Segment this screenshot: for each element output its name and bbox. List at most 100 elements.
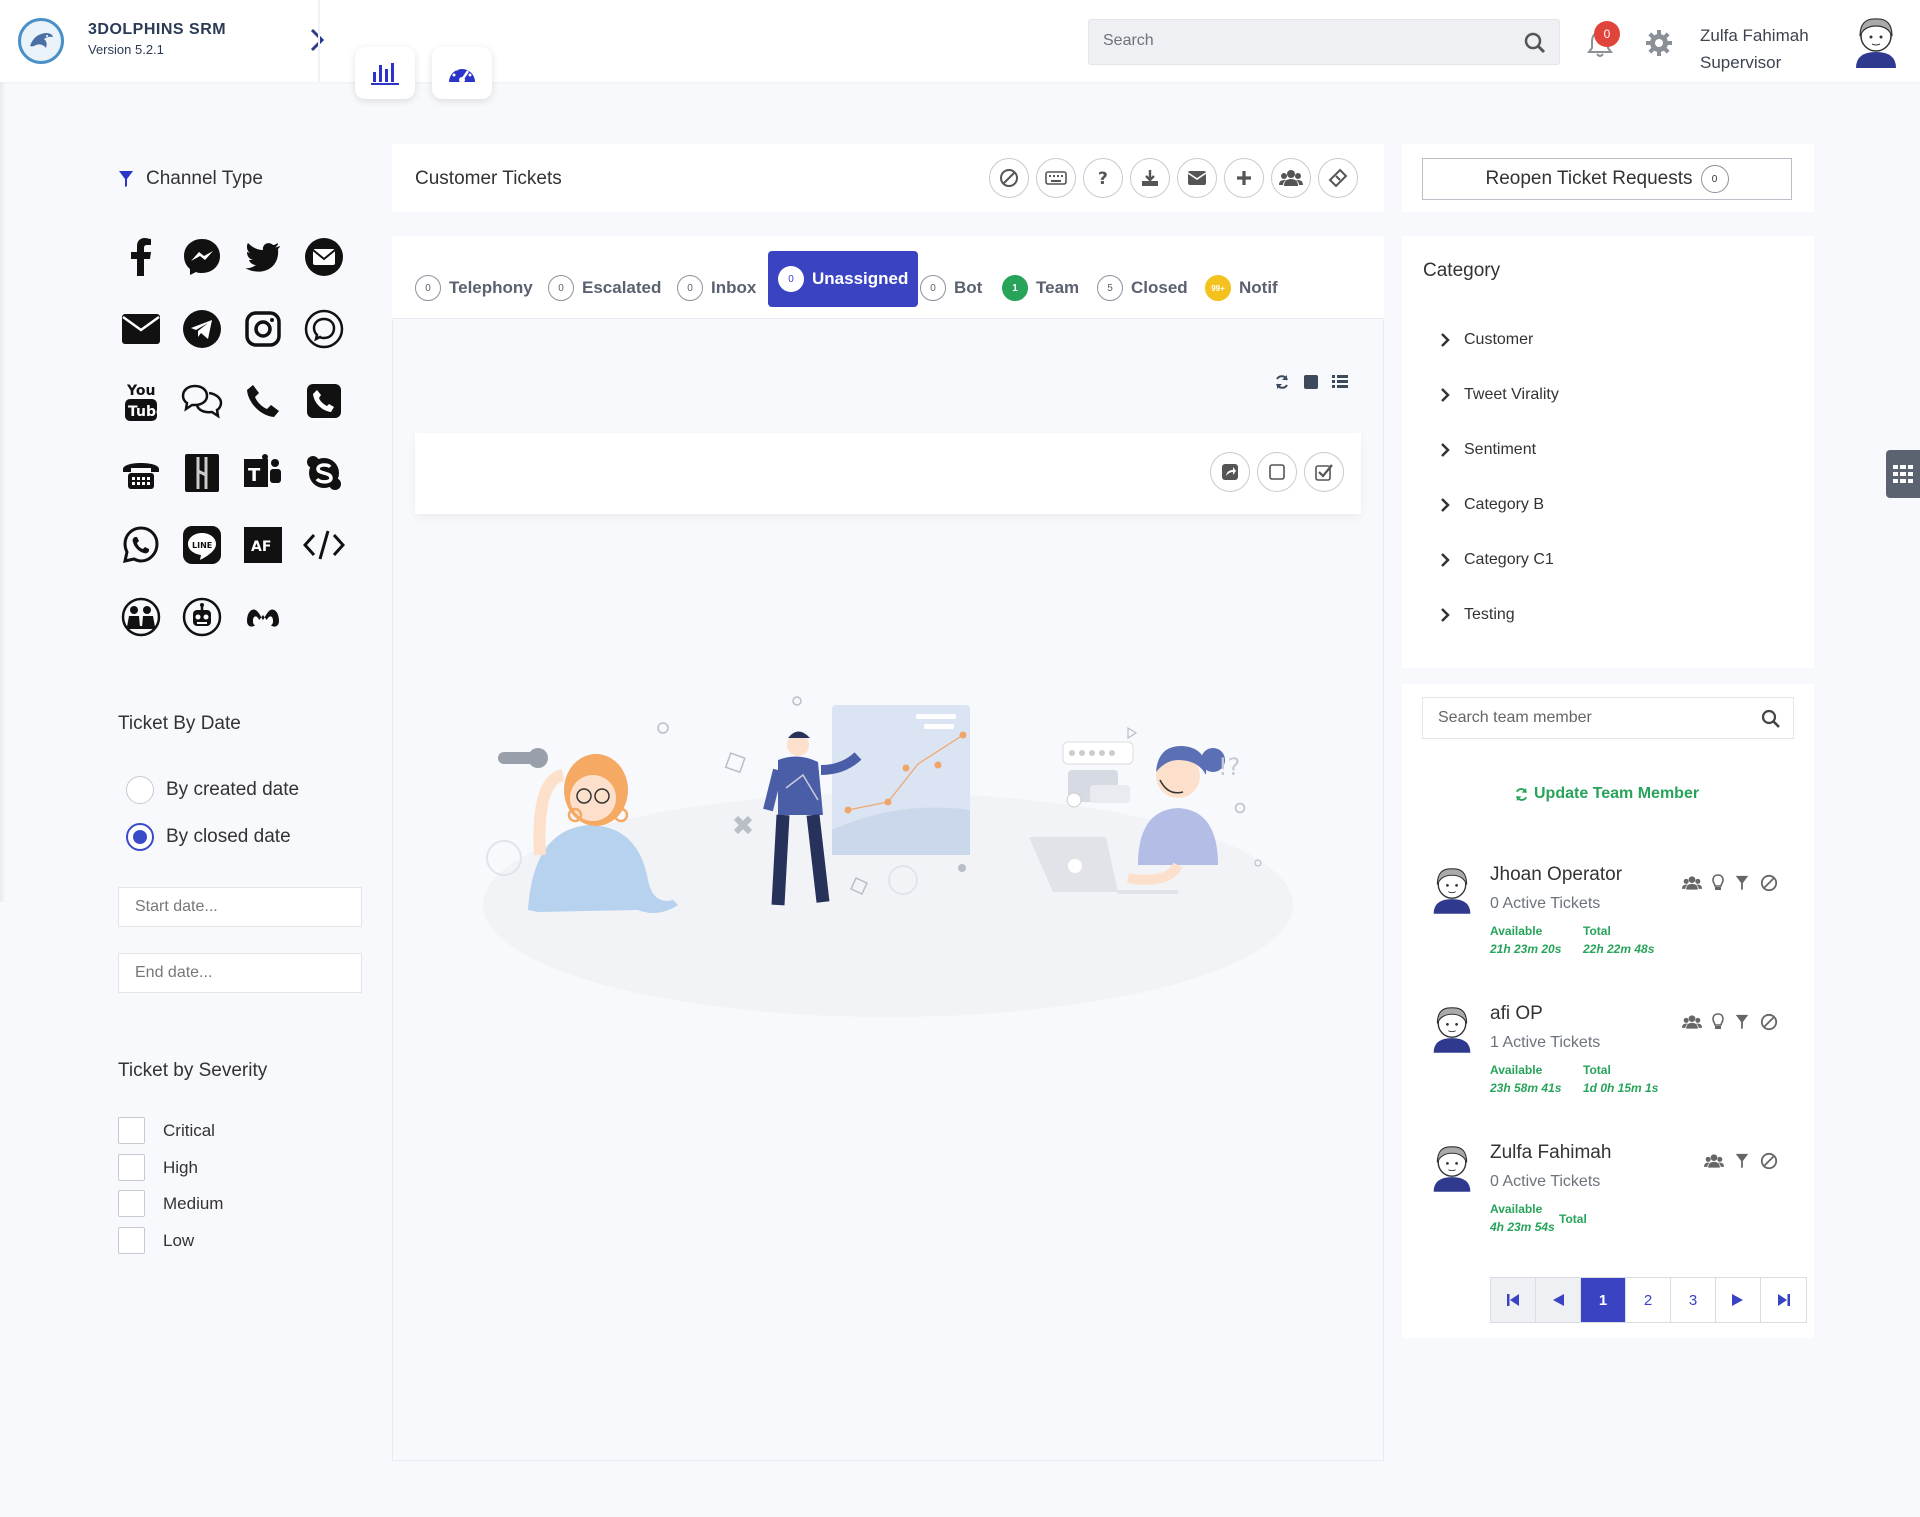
share-icon[interactable] — [1210, 452, 1250, 492]
radio-button[interactable] — [126, 776, 154, 804]
youtube-icon[interactable]: You Tube — [118, 380, 164, 422]
block-icon[interactable] — [1760, 874, 1778, 897]
team-member-row[interactable]: Zulfa Fahimah 0 Active Tickets Available… — [1430, 1140, 1802, 1260]
af-icon[interactable]: AF — [240, 524, 286, 566]
search-input[interactable] — [1103, 32, 1503, 50]
radio-button-selected[interactable] — [126, 823, 154, 851]
twitter-icon[interactable] — [240, 236, 286, 278]
checkbox[interactable] — [118, 1190, 145, 1217]
severity-high[interactable]: High — [118, 1154, 198, 1181]
reopen-ticket-requests-button[interactable]: Reopen Ticket Requests 0 — [1422, 158, 1792, 200]
tab-escalated[interactable]: 0 Escalated — [540, 260, 669, 316]
tab-team[interactable]: 1 Team — [994, 260, 1087, 316]
users-icon[interactable] — [1682, 1014, 1702, 1035]
check-square-icon[interactable] — [1304, 452, 1344, 492]
search-icon[interactable] — [1761, 709, 1781, 734]
meeting-icon[interactable] — [118, 596, 164, 638]
category-item[interactable]: Tweet Virality — [1440, 386, 1559, 404]
phone-icon[interactable] — [240, 380, 286, 422]
apps-grid-icon[interactable] — [1886, 450, 1920, 498]
chart-dashboard-button[interactable] — [355, 47, 415, 99]
square-icon[interactable] — [1257, 452, 1297, 492]
team-member-row[interactable]: afi OP 1 Active Tickets Available Total … — [1430, 1001, 1802, 1121]
update-team-member-link[interactable]: Update Team Member — [1514, 785, 1699, 803]
severity-medium[interactable]: Medium — [118, 1190, 223, 1217]
chat-bubble-icon[interactable] — [301, 308, 347, 350]
ticket-icon[interactable] — [1318, 158, 1358, 198]
category-item[interactable]: Sentiment — [1440, 441, 1536, 459]
livechat-icon[interactable] — [179, 380, 225, 422]
app-logo[interactable] — [18, 18, 64, 64]
last-page-icon[interactable] — [1761, 1278, 1806, 1322]
tab-closed[interactable]: 5 Closed — [1089, 260, 1196, 316]
lightbulb-icon[interactable] — [1712, 874, 1724, 897]
phone-box-icon[interactable] — [301, 380, 347, 422]
block-icon[interactable] — [1760, 1013, 1778, 1036]
keyboard-icon[interactable] — [1036, 158, 1076, 198]
download-icon[interactable] — [1130, 158, 1170, 198]
teams-icon[interactable]: T — [240, 452, 286, 494]
list-view-icon[interactable] — [1332, 375, 1348, 394]
tab-notif[interactable]: 99+ Notif — [1197, 260, 1286, 316]
whatsapp-icon[interactable] — [118, 524, 164, 566]
first-page-icon[interactable] — [1491, 1278, 1536, 1322]
users-icon[interactable] — [1271, 158, 1311, 198]
tab-inbox[interactable]: 0 Inbox — [669, 260, 764, 316]
help-icon[interactable]: ? — [1083, 158, 1123, 198]
grid-view-icon[interactable] — [1304, 375, 1318, 394]
team-member-row[interactable]: Jhoan Operator 0 Active Tickets Availabl… — [1430, 862, 1802, 982]
email-circle-icon[interactable] — [301, 236, 347, 278]
tab-unassigned[interactable]: 0 Unassigned — [768, 251, 919, 307]
severity-critical[interactable]: Critical — [118, 1117, 215, 1144]
page-button[interactable]: 3 — [1671, 1278, 1716, 1322]
severity-low[interactable]: Low — [118, 1227, 194, 1254]
gear-icon[interactable] — [1644, 28, 1674, 63]
chevron-right-icon[interactable] — [305, 24, 329, 56]
bot-icon[interactable] — [179, 596, 225, 638]
filter-icon[interactable] — [1734, 875, 1750, 896]
start-date-input[interactable] — [118, 887, 362, 927]
radio-by-closed[interactable]: By closed date — [126, 823, 291, 851]
facebook-icon[interactable] — [118, 236, 164, 278]
code-icon[interactable] — [301, 524, 347, 566]
user-info[interactable]: Zulfa Fahimah Supervisor — [1700, 22, 1809, 76]
meta-icon[interactable] — [240, 596, 286, 638]
xray-icon[interactable] — [179, 452, 225, 494]
email-icon[interactable] — [118, 308, 164, 350]
skype-icon[interactable] — [301, 452, 347, 494]
search-icon[interactable] — [1523, 31, 1547, 60]
checkbox[interactable] — [118, 1154, 145, 1181]
filter-icon[interactable] — [1734, 1014, 1750, 1035]
block-icon[interactable] — [1760, 1152, 1778, 1175]
line-icon[interactable]: LINE — [179, 524, 225, 566]
mail-icon[interactable] — [1177, 158, 1217, 198]
tab-bot[interactable]: 0 Bot — [912, 260, 990, 316]
instagram-icon[interactable] — [240, 308, 286, 350]
prev-page-icon[interactable] — [1536, 1278, 1581, 1322]
plus-icon[interactable] — [1224, 158, 1264, 198]
end-date-input[interactable] — [118, 953, 362, 993]
telegram-icon[interactable] — [179, 308, 225, 350]
page-button[interactable]: 1 — [1581, 1278, 1626, 1322]
category-item[interactable]: Customer — [1440, 331, 1533, 349]
team-search-input[interactable] — [1438, 709, 1758, 727]
tab-telephony[interactable]: 0 Telephony — [407, 260, 541, 316]
avatar[interactable] — [1852, 14, 1900, 73]
radio-by-created[interactable]: By created date — [126, 776, 299, 804]
category-item[interactable]: Category B — [1440, 496, 1544, 514]
category-item[interactable]: Testing — [1440, 606, 1515, 624]
messenger-icon[interactable] — [179, 236, 225, 278]
block-icon[interactable] — [989, 158, 1029, 198]
lightbulb-icon[interactable] — [1712, 1013, 1724, 1036]
telephone-icon[interactable] — [118, 452, 164, 494]
category-item[interactable]: Category C1 — [1440, 551, 1554, 569]
dashboard-button[interactable] — [432, 47, 492, 99]
users-icon[interactable] — [1682, 875, 1702, 896]
refresh-icon[interactable] — [1274, 374, 1290, 395]
page-button[interactable]: 2 — [1626, 1278, 1671, 1322]
checkbox[interactable] — [118, 1227, 145, 1254]
checkbox[interactable] — [118, 1117, 145, 1144]
filter-icon[interactable] — [1734, 1153, 1750, 1174]
next-page-icon[interactable] — [1716, 1278, 1761, 1322]
users-icon[interactable] — [1704, 1153, 1724, 1174]
